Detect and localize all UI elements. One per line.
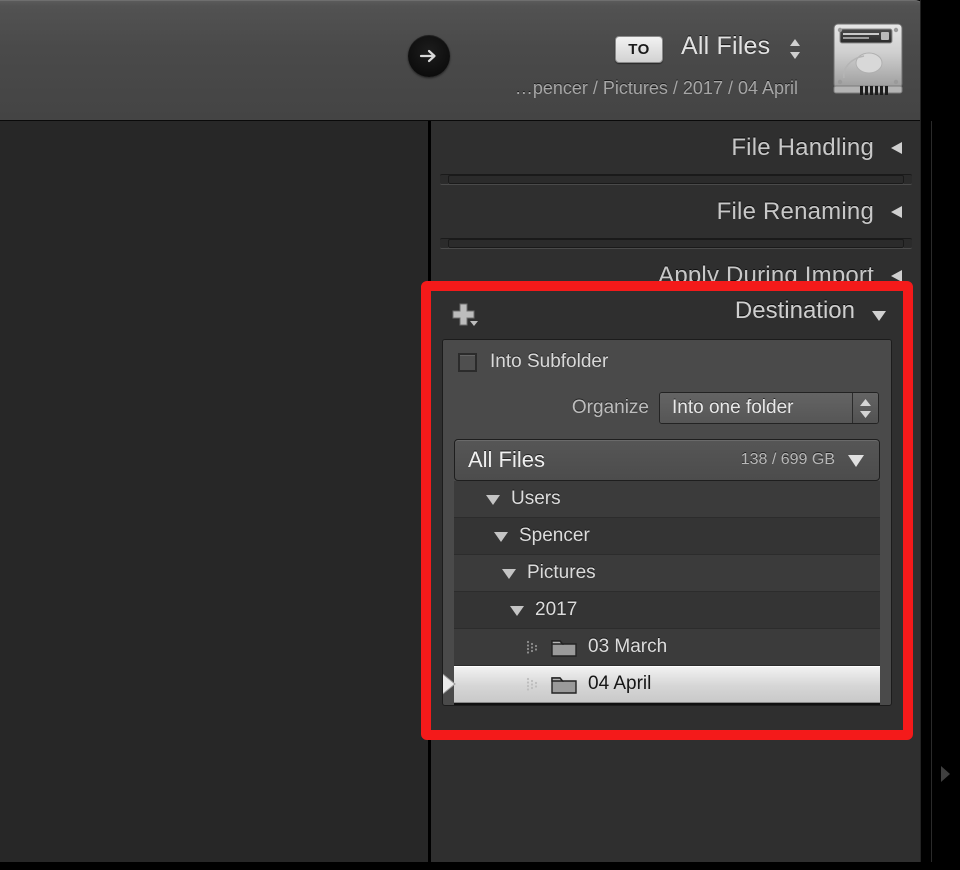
stepper-up-icon[interactable]	[859, 398, 872, 407]
panel-header-file-renaming[interactable]: File Renaming	[431, 185, 920, 238]
tree-row-04-april[interactable]: 04 April	[443, 666, 880, 703]
lightroom-import-screen: TO All Files …pencer / Pictures / 2017 /…	[0, 0, 960, 870]
to-badge: TO	[615, 36, 663, 63]
tree-row-pictures[interactable]: Pictures	[454, 555, 880, 592]
chevron-updown-icon[interactable]	[788, 38, 802, 60]
dotted-disclosure-icon[interactable]	[526, 640, 542, 654]
panel-separator	[440, 174, 912, 185]
bottom-edge	[0, 862, 960, 870]
into-subfolder-label: Into Subfolder	[490, 351, 609, 372]
tree-row-label: 2017	[535, 599, 578, 620]
panel-separator	[440, 238, 912, 249]
triangle-left-icon[interactable]	[888, 267, 906, 285]
tree-row-label: 04 April	[588, 673, 652, 694]
selection-pointer-icon	[443, 673, 456, 695]
right-strip-divider	[931, 121, 932, 870]
folder-icon	[551, 640, 577, 657]
organize-label: Organize	[571, 397, 649, 418]
organize-dropdown[interactable]: Into one folder	[659, 392, 879, 424]
tree-row-03-march[interactable]: 03 March	[454, 629, 880, 666]
right-edge-strip	[920, 0, 960, 870]
hard-drive-icon	[833, 23, 903, 95]
panel-header-file-handling[interactable]: File Handling	[431, 121, 920, 174]
volume-space: 138 / 699 GB	[740, 451, 835, 468]
panel-title: Apply During Import	[658, 261, 874, 289]
triangle-down-icon[interactable]	[845, 450, 867, 470]
destination-selector-label[interactable]: All Files	[681, 32, 770, 61]
plus-with-dropdown-icon[interactable]	[451, 302, 481, 328]
organize-value: Into one folder	[660, 393, 852, 423]
triangle-down-icon[interactable]	[492, 528, 510, 544]
dotted-disclosure-icon[interactable]	[526, 677, 542, 691]
tree-row-users[interactable]: Users	[454, 481, 880, 518]
import-preview-pane	[0, 121, 428, 870]
destination-panel: Destination Into Subfolder Organize Into…	[431, 291, 903, 731]
stepper-updown-icon[interactable]	[852, 393, 878, 423]
checkbox-unchecked-icon[interactable]	[458, 352, 477, 372]
panel-title: File Handling	[731, 133, 874, 161]
triangle-down-icon[interactable]	[869, 306, 889, 324]
triangle-left-icon[interactable]	[888, 139, 906, 157]
tree-row-label: 03 March	[588, 636, 668, 657]
tree-row-label: Users	[511, 488, 561, 509]
import-topbar: TO All Files …pencer / Pictures / 2017 /…	[0, 0, 928, 121]
go-arrow-button[interactable]	[408, 35, 450, 77]
arrow-right-icon	[419, 49, 436, 63]
tree-row-2017[interactable]: 2017	[454, 592, 880, 629]
stepper-down-icon[interactable]	[859, 410, 872, 418]
triangle-left-icon[interactable]	[888, 203, 906, 221]
volume-bar[interactable]: All Files 138 / 699 GB	[454, 439, 880, 481]
tree-row-spencer[interactable]: Spencer	[454, 518, 880, 555]
organize-row: Organize Into one folder	[443, 384, 891, 432]
triangle-down-icon[interactable]	[508, 602, 526, 618]
volume-name: All Files	[468, 447, 546, 472]
triangle-down-icon[interactable]	[500, 565, 518, 581]
triangle-down-icon[interactable]	[484, 491, 502, 507]
into-subfolder-row[interactable]: Into Subfolder	[443, 340, 891, 384]
folder-icon	[551, 677, 577, 694]
destination-panel-header[interactable]: Destination	[431, 291, 903, 339]
panel-title: File Renaming	[716, 197, 874, 225]
destination-options: Into Subfolder Organize Into one folder	[442, 339, 892, 706]
volume-section: All Files 138 / 699 GB	[454, 439, 880, 481]
tree-row-label: Pictures	[527, 562, 596, 583]
triangle-right-icon[interactable]	[938, 765, 952, 783]
breadcrumb: …pencer / Pictures / 2017 / 04 April	[514, 78, 798, 98]
destination-panel-title: Destination	[734, 297, 855, 324]
tree-row-label: Spencer	[519, 525, 590, 546]
destination-folder-tree: Users Spencer Pictures 2017 03 March 04 …	[443, 481, 880, 705]
